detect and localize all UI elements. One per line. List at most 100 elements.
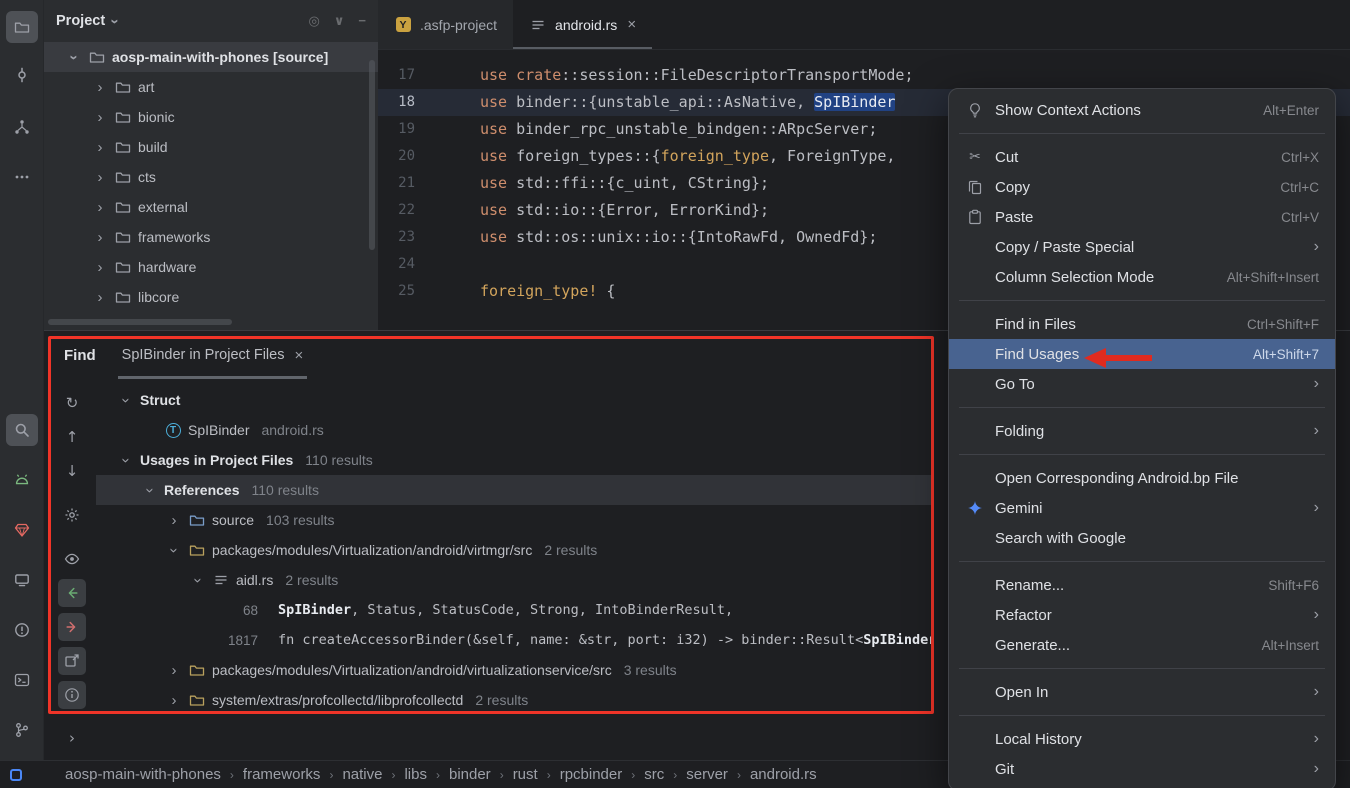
cut-icon: ✂ <box>966 148 984 166</box>
code-text: foreign_type! { <box>473 278 615 305</box>
menu-item-gemini[interactable]: Gemini› <box>949 493 1335 523</box>
next-occurrence-button[interactable]: ↓ <box>58 457 86 485</box>
code-text: use binder_rpc_unstable_bindgen::ARpcSer… <box>473 116 877 143</box>
find-result-row[interactable]: ›References110 results <box>96 475 934 505</box>
commit-tool-button[interactable] <box>6 59 38 91</box>
menu-item-find-in-files[interactable]: Find in FilesCtrl+Shift+F <box>949 309 1335 339</box>
project-folder-row-libcore[interactable]: ›libcore <box>44 282 378 312</box>
running-devices-button[interactable] <box>6 564 38 596</box>
menu-item-paste[interactable]: PasteCtrl+V <box>949 202 1335 232</box>
terminal-button[interactable] <box>6 664 38 696</box>
project-scrollbar-vertical[interactable] <box>369 60 375 250</box>
find-result-row[interactable]: ›aidl.rs2 results <box>96 565 934 595</box>
find-result-row[interactable]: ›source103 results <box>96 505 934 535</box>
menu-item-git[interactable]: Git› <box>949 754 1335 784</box>
project-folder-row-hardware[interactable]: ›hardware <box>44 252 378 282</box>
collapse-all-button[interactable]: ∨ <box>334 13 345 29</box>
open-in-new-tab-button[interactable] <box>58 647 86 675</box>
menu-item-show-context-actions[interactable]: Show Context ActionsAlt+Enter <box>949 95 1335 125</box>
find-result-row[interactable]: ›packages/modules/Virtualization/android… <box>96 535 934 565</box>
breadcrumb-item-rust[interactable]: rust <box>513 766 538 783</box>
find-result-row[interactable]: ›Struct <box>96 385 934 415</box>
result-count: 2 results <box>285 572 338 588</box>
breadcrumb-item-native[interactable]: native <box>342 766 382 783</box>
close-icon[interactable]: × <box>294 347 303 364</box>
previous-occurrence-button[interactable]: ↑ <box>58 423 86 451</box>
project-folder-label: libcore <box>138 289 179 305</box>
help-button[interactable] <box>58 681 86 709</box>
find-result-row[interactable]: 1817fn createAccessorBinder(&self, name:… <box>96 625 934 655</box>
find-result-row[interactable]: ›system/extras/profcollectd/libprofcolle… <box>96 685 934 715</box>
app-insights-button[interactable] <box>6 514 38 546</box>
find-tool-button[interactable] <box>6 414 38 446</box>
menu-item-open-corresponding-android-bp-file[interactable]: Open Corresponding Android.bp File <box>949 463 1335 493</box>
menu-item-search-with-google[interactable]: Search with Google <box>949 523 1335 553</box>
result-count: 2 results <box>475 692 528 708</box>
menu-item-open-in[interactable]: Open In › <box>949 677 1335 707</box>
project-panel-header[interactable]: Project › ◎∨− <box>44 0 378 42</box>
more-tools-button[interactable] <box>6 161 38 193</box>
chevron-right-icon: › <box>92 109 108 126</box>
project-folder-row-art[interactable]: ›art <box>44 72 378 102</box>
result-label: packages/modules/Virtualization/android/… <box>212 542 532 558</box>
menu-item-label: Find in Files <box>995 316 1247 333</box>
breadcrumb-item-android-rs[interactable]: android.rs <box>750 766 817 783</box>
menu-item-rename[interactable]: Rename...Shift+F6 <box>949 570 1335 600</box>
menu-item-generate[interactable]: Generate...Alt+Insert <box>949 630 1335 660</box>
menu-item-find-usages[interactable]: Find UsagesAlt+Shift+7 <box>949 339 1335 369</box>
project-tree: ›aosp-main-with-phones [source]›art›bion… <box>44 42 378 312</box>
hide-pan el-button[interactable]: − <box>358 13 366 29</box>
project-status-icon[interactable] <box>10 769 22 781</box>
menu-item-cut[interactable]: ✂CutCtrl+X <box>949 142 1335 172</box>
menu-item-label: Local History <box>995 731 1304 748</box>
find-result-row[interactable]: TSpIBinderandroid.rs <box>96 415 934 445</box>
expand-panel-button[interactable]: › <box>58 724 86 752</box>
project-folder-row-cts[interactable]: ›cts <box>44 162 378 192</box>
menu-item-copy-paste-special[interactable]: Copy / Paste Special› <box>949 232 1335 262</box>
menu-item-refactor[interactable]: Refactor› <box>949 600 1335 630</box>
rerun-search-button[interactable]: ↻ <box>58 389 86 417</box>
menu-item-label: Paste <box>995 209 1281 226</box>
breadcrumb-item-rpcbinder[interactable]: rpcbinder <box>560 766 623 783</box>
locate-file-button[interactable]: ◎ <box>309 13 320 29</box>
project-root-row[interactable]: ›aosp-main-with-phones [source] <box>44 42 378 72</box>
preview-usages-button[interactable] <box>58 545 86 573</box>
project-scrollbar-horizontal[interactable] <box>48 319 232 325</box>
menu-item-copy[interactable]: CopyCtrl+C <box>949 172 1335 202</box>
menu-item-local-history[interactable]: Local History› <box>949 724 1335 754</box>
editor-tab-asfp-project[interactable]: Y.asfp-project <box>378 0 513 49</box>
menu-item-go-to[interactable]: Go To› <box>949 369 1335 399</box>
project-folder-row-build[interactable]: ›build <box>44 132 378 162</box>
find-result-row[interactable]: ›Usages in Project Files110 results <box>96 445 934 475</box>
device-manager-button[interactable] <box>6 464 38 496</box>
menu-item-folding[interactable]: Folding› <box>949 416 1335 446</box>
menu-item-column-selection-mode[interactable]: Column Selection ModeAlt+Shift+Insert <box>949 262 1335 292</box>
structure-tool-button[interactable] <box>6 111 38 143</box>
breadcrumb-item-server[interactable]: server <box>686 766 728 783</box>
project-folder-row-bionic[interactable]: ›bionic <box>44 102 378 132</box>
project-folder-row-external[interactable]: ›external <box>44 192 378 222</box>
submenu-arrow-icon: › <box>1314 683 1319 701</box>
close-icon[interactable]: × <box>627 16 636 33</box>
menu-item-label: Open In <box>995 684 1304 701</box>
breadcrumb-item-src[interactable]: src <box>644 766 664 783</box>
result-label: system/extras/profcollectd/libprofcollec… <box>212 692 463 708</box>
find-results-tab[interactable]: SpIBinder in Project Files × <box>118 331 308 379</box>
breadcrumb-item-binder[interactable]: binder <box>449 766 491 783</box>
project-tool-button[interactable] <box>6 11 38 43</box>
menu-item-icon-slot <box>965 208 985 226</box>
breadcrumb-item-aosp-main-with-phones[interactable]: aosp-main-with-phones <box>65 766 221 783</box>
breadcrumb-item-libs[interactable]: libs <box>404 766 427 783</box>
navigate-with-single-click-button[interactable] <box>58 579 86 607</box>
search-settings-button[interactable] <box>58 501 86 529</box>
editor-tab-android-rs[interactable]: android.rs× <box>513 0 652 49</box>
find-result-row[interactable]: 68SpIBinder, Status, StatusCode, Strong,… <box>96 595 934 625</box>
version-control-button[interactable] <box>6 714 38 746</box>
project-folder-row-frameworks[interactable]: ›frameworks <box>44 222 378 252</box>
problems-button[interactable] <box>6 614 38 646</box>
find-result-row[interactable]: ›packages/modules/Virtualization/android… <box>96 655 934 685</box>
breadcrumb-item-frameworks[interactable]: frameworks <box>243 766 321 783</box>
submenu-arrow-icon: › <box>1314 606 1319 624</box>
autoscroll-to-source-button[interactable] <box>58 613 86 641</box>
chevron-down-icon: › <box>66 49 83 65</box>
